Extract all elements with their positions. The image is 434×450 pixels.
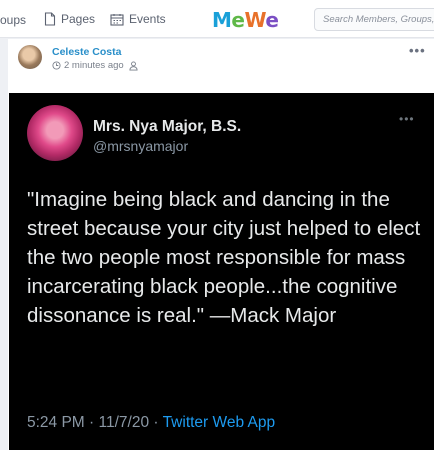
tweet-handle: @mrsnyamajor [93, 138, 189, 154]
post-author-name[interactable]: Celeste Costa [52, 46, 121, 58]
tweet-app: Twitter Web App [162, 414, 276, 431]
nav-groups-label: roups [0, 13, 27, 27]
nav-pages-label: Pages [61, 12, 96, 26]
logo-m: M [212, 8, 232, 32]
logo-e2: e [265, 8, 279, 32]
tweet-footer: 5:24 PM · 11/7/20 · Twitter Web App [27, 414, 275, 432]
tweet-more-icon: ••• [399, 112, 415, 126]
top-navigation-bar: roups Pages Events MeWe Search Members, … [0, 0, 434, 38]
post-meta: 2 minutes ago [52, 60, 141, 71]
audience-person-icon [129, 60, 138, 70]
page-icon [44, 12, 56, 26]
nav-groups[interactable]: roups [0, 13, 26, 27]
logo-e: e [231, 8, 245, 32]
logo-w: W [244, 8, 266, 32]
search-input[interactable]: Search Members, Groups, e [314, 8, 434, 31]
search-placeholder: Search Members, Groups, e [323, 14, 434, 25]
clock-icon [52, 61, 61, 70]
post-time: 2 minutes ago [64, 60, 124, 71]
tweet-text: "Imagine being black and dancing in the … [27, 188, 421, 327]
post-card: Celeste Costa 2 minutes ago ••• Mrs. Nya… [8, 39, 434, 450]
avatar[interactable] [18, 45, 42, 69]
tweet-screenshot: Mrs. Nya Major, B.S. @mrsnyamajor ••• "I… [9, 93, 434, 450]
tweet-avatar [27, 105, 83, 161]
nav-events[interactable]: Events [110, 12, 166, 26]
tweet-timestamp: 5:24 PM · 11/7/20 · [27, 414, 163, 431]
mewe-logo[interactable]: MeWe [212, 8, 279, 32]
tweet-author-name: Mrs. Nya Major, B.S. [93, 118, 242, 135]
nav-pages[interactable]: Pages [44, 12, 95, 26]
calendar-icon [110, 13, 124, 26]
post-options-button[interactable]: ••• [409, 43, 426, 58]
nav-events-label: Events [129, 12, 166, 26]
